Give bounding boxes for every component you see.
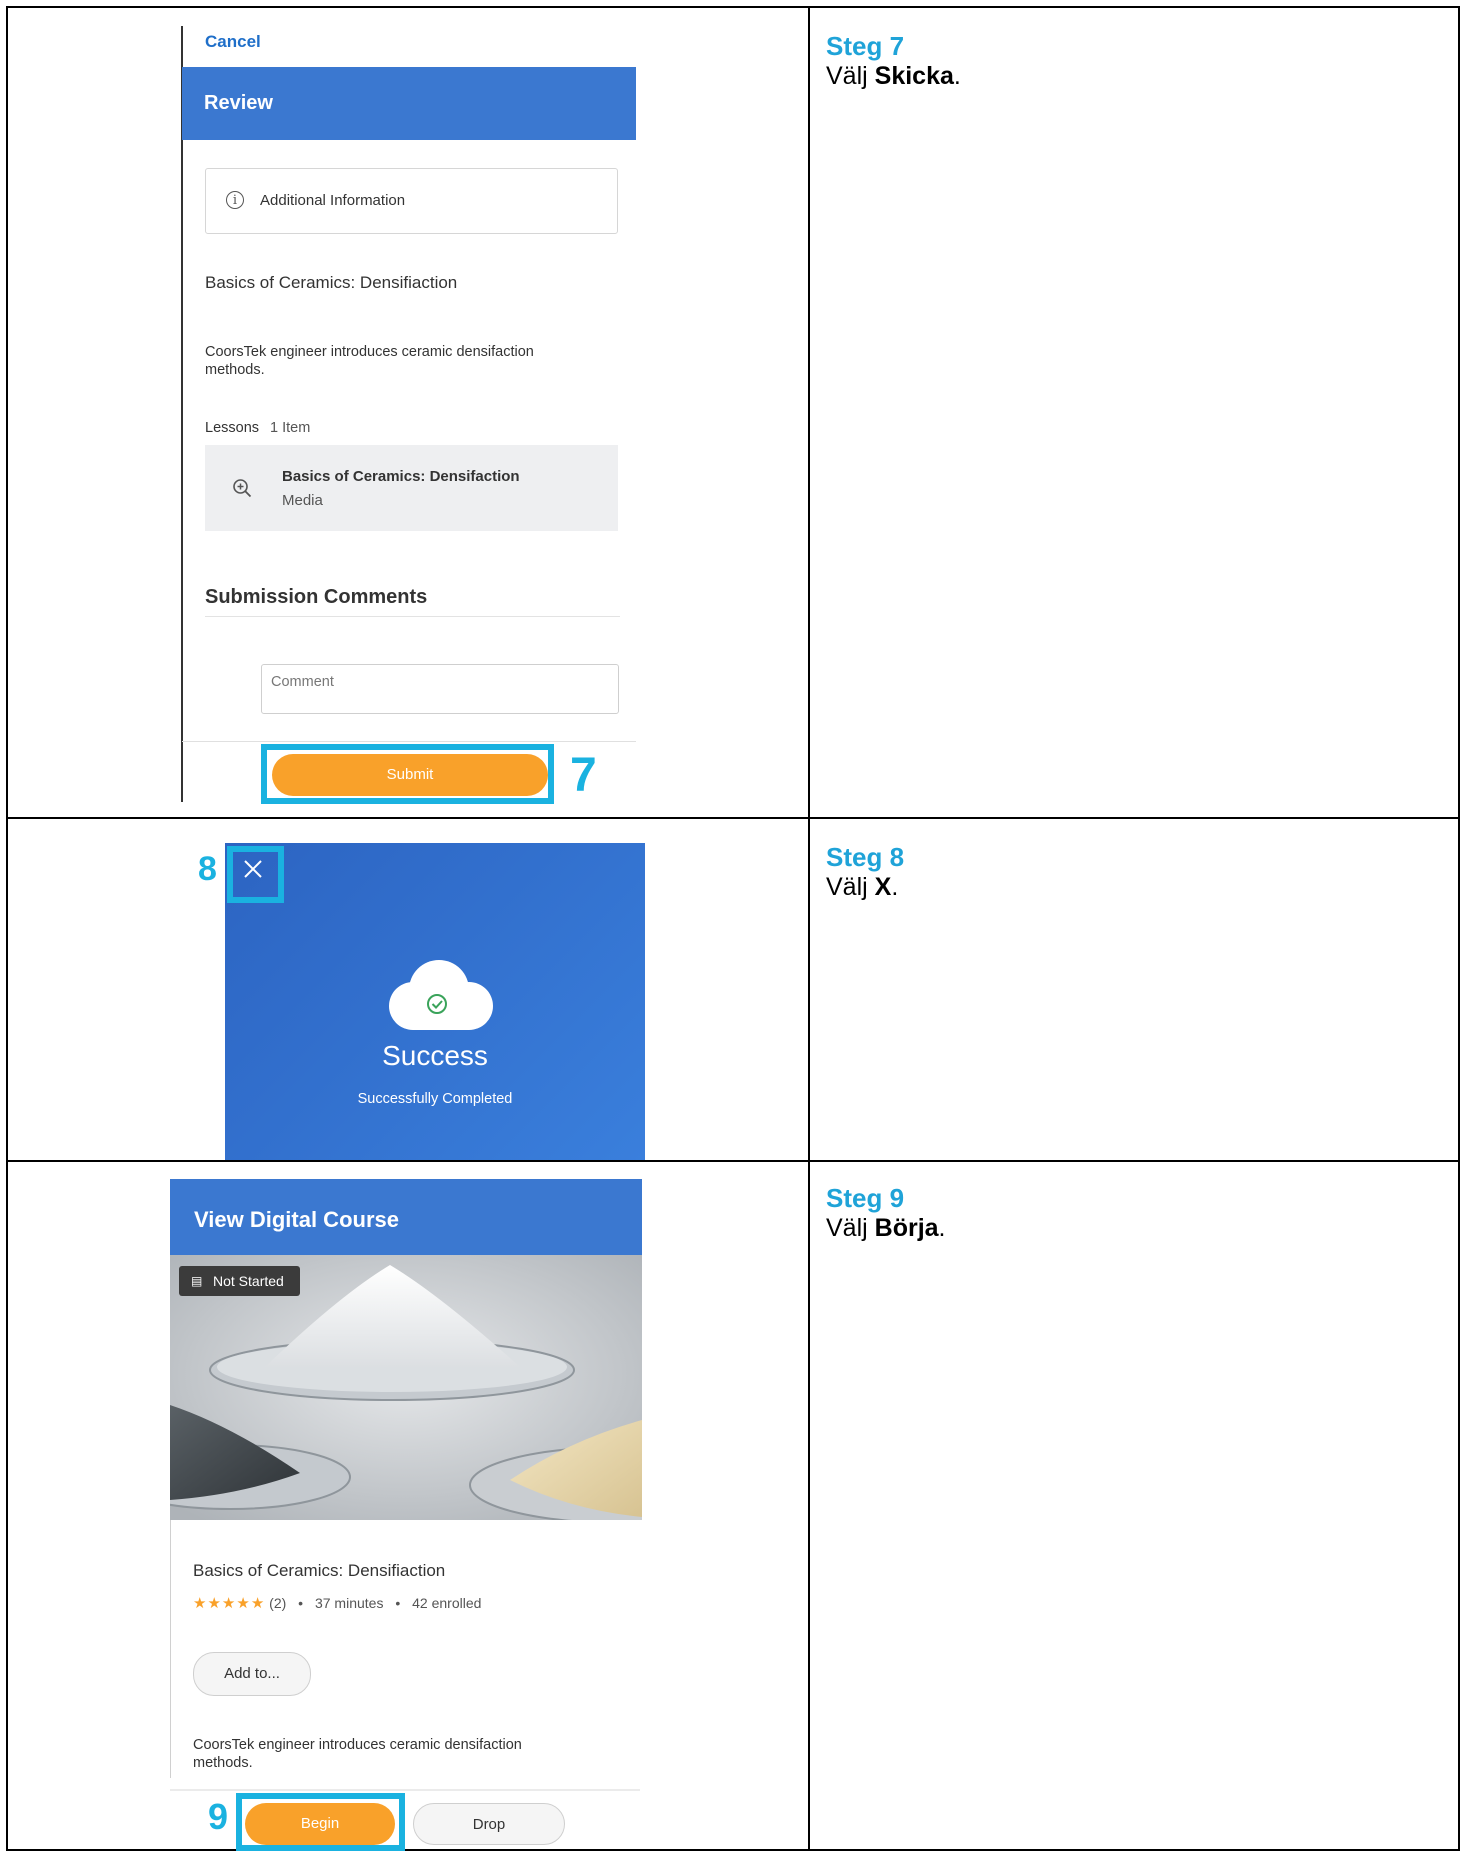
step-8-desc-suffix: . [891, 873, 899, 901]
cancel-link[interactable]: Cancel [205, 32, 261, 52]
lesson-name: Basics of Ceramics: Densifaction [282, 468, 520, 485]
step-7-desc-suffix: . [953, 62, 961, 90]
divider [182, 741, 636, 742]
step-9-description: Välj Börja. [826, 1214, 946, 1243]
step-8-title: Steg 8 [826, 842, 905, 872]
success-title: Success [382, 1040, 488, 1071]
screenshot-edge [170, 1520, 171, 1778]
highlight-box-close [227, 846, 284, 903]
submission-comments-heading: Submission Comments [205, 586, 428, 608]
star-icon: ★ [207, 1595, 222, 1612]
step-7-desc-bold: Skicka [874, 62, 954, 90]
lesson-item[interactable]: Basics of Ceramics: Densifaction Media [205, 445, 618, 531]
step-9-desc-prefix: Välj [826, 1214, 875, 1242]
star-icon: ★ [236, 1595, 251, 1612]
course-image: ▤ Not Started [170, 1255, 642, 1520]
step-8-desc-bold: X [874, 873, 892, 901]
info-icon: i [226, 191, 244, 209]
step-9-title: Steg 9 [826, 1183, 905, 1213]
highlight-box-begin [236, 1793, 405, 1851]
step-8-description: Välj X. [826, 873, 898, 902]
lessons-label: Lessons [205, 420, 260, 436]
rating-count: (2) [269, 1595, 287, 1611]
callout-number-7: 7 [570, 749, 597, 802]
course-enrolled: 42 enrolled [412, 1595, 482, 1611]
view-digital-course-header: View Digital Course [170, 1179, 642, 1255]
lesson-type: Media [282, 492, 323, 509]
additional-information-label: Additional Information [260, 192, 406, 209]
success-screenshot: Success Successfully Completed [225, 843, 645, 1160]
callout-number-9: 9 [208, 1796, 229, 1837]
additional-information-box[interactable]: i Additional Information [205, 168, 618, 234]
table-border-left [6, 6, 8, 1851]
highlight-box-submit [261, 744, 554, 804]
screenshot-edge [181, 26, 183, 802]
comment-placeholder: Comment [271, 674, 334, 690]
zoom-in-icon [233, 479, 252, 498]
lessons-count: 1 Item [270, 420, 311, 436]
success-subtitle: Successfully Completed [357, 1091, 513, 1107]
review-header: Review [182, 67, 636, 140]
view-digital-course-title: View Digital Course [194, 1207, 399, 1232]
step-7-description: Välj Skicka. [826, 62, 961, 91]
star-icon: ★ [193, 1595, 208, 1612]
step-9-desc-suffix: . [938, 1214, 946, 1242]
status-badge-label: Not Started [213, 1273, 284, 1289]
comment-input[interactable]: Comment [261, 664, 619, 714]
divider [170, 1789, 640, 1791]
table-border-top [6, 6, 1460, 8]
separator-dot: • [298, 1595, 304, 1611]
table-column-divider [808, 6, 810, 1851]
course-description: CoorsTek engineer introduces ceramic den… [205, 344, 534, 378]
course-duration: 37 minutes [314, 1595, 384, 1611]
add-to-button[interactable]: Add to... [193, 1652, 311, 1696]
step-7-title: Steg 7 [826, 31, 905, 61]
step-9-desc-bold: Börja [874, 1214, 939, 1242]
course-title: Basics of Ceramics: Densifiaction [205, 273, 458, 292]
table-row-divider-2 [6, 1160, 1460, 1162]
course-description: CoorsTek engineer introduces ceramic den… [193, 1737, 522, 1771]
step-7-desc-prefix: Välj [826, 62, 875, 90]
table-row-divider-1 [6, 817, 1460, 819]
separator-dot: • [395, 1595, 401, 1611]
status-badge: ▤ Not Started [179, 1266, 300, 1296]
review-title: Review [204, 92, 273, 114]
table-border-right [1458, 6, 1460, 1851]
callout-number-8: 8 [198, 850, 217, 888]
course-meta: ★★★★★ (2) • 37 minutes • 42 enrolled [193, 1594, 481, 1612]
step-8-desc-prefix: Välj [826, 873, 875, 901]
course-title: Basics of Ceramics: Densifiaction [193, 1561, 446, 1580]
star-icon: ★ [250, 1595, 266, 1612]
star-icon: ★ [221, 1595, 237, 1612]
divider [205, 616, 620, 617]
presentation-icon: ▤ [191, 1274, 203, 1288]
drop-button[interactable]: Drop [413, 1803, 565, 1845]
cloud-check-icon [389, 960, 493, 1030]
